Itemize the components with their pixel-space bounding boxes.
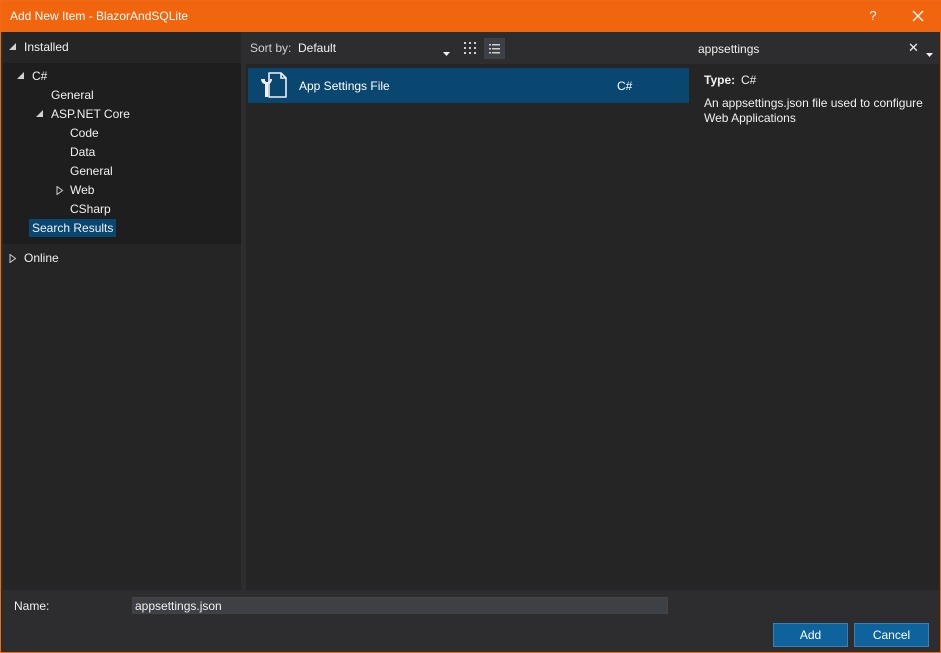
title-bar: Add New Item - BlazorAndSQLite ? <box>1 1 941 32</box>
details-panel <box>691 64 939 590</box>
tree-node-general-aspnet[interactable]: General <box>70 162 113 180</box>
template-list <box>246 64 691 590</box>
add-new-item-dialog: Add New Item - BlazorAndSQLite ? Install… <box>0 0 941 653</box>
tree-node-data[interactable]: Data <box>70 143 95 161</box>
type-label: Type: <box>704 73 736 87</box>
sort-dropdown[interactable]: Default <box>298 41 336 55</box>
search-input[interactable]: appsettings <box>698 42 759 56</box>
tree-node-label: Installed <box>24 40 69 54</box>
tree-node-label: CSharp <box>70 202 111 216</box>
item-name: App Settings File <box>299 79 390 93</box>
expanded-arrow-icon <box>36 105 46 123</box>
cancel-button[interactable]: Cancel <box>854 623 929 647</box>
settings-file-icon <box>257 69 289 104</box>
add-button[interactable]: Add <box>773 623 848 647</box>
tree-node-label: Search Results <box>32 221 114 235</box>
tree-node-label: C# <box>32 69 48 83</box>
clear-search-icon[interactable]: ✕ <box>908 40 919 56</box>
expanded-arrow-icon <box>17 67 27 85</box>
close-button[interactable] <box>907 6 929 26</box>
tree-node-code[interactable]: Code <box>70 124 99 142</box>
name-field[interactable] <box>132 597 668 614</box>
list-view-button[interactable] <box>484 38 505 59</box>
collapsed-arrow-icon <box>56 181 66 199</box>
tree-node-label: General <box>51 88 94 102</box>
expanded-arrow-icon <box>9 38 19 56</box>
item-language: C# <box>617 79 633 93</box>
tree-node-label: Web <box>70 183 95 197</box>
installed-tree <box>3 63 241 244</box>
tree-node-label: ASP.NET Core <box>51 107 130 121</box>
collapsed-arrow-icon <box>9 249 19 267</box>
tree-node-general[interactable]: General <box>51 86 94 104</box>
window-title: Add New Item - BlazorAndSQLite <box>10 9 189 23</box>
tree-node-label: Data <box>70 145 96 159</box>
close-icon <box>912 10 924 22</box>
help-button[interactable]: ? <box>863 6 883 26</box>
chevron-down-icon[interactable] <box>443 45 450 59</box>
item-description: An appsettings.json file used to configu… <box>704 96 923 125</box>
list-item[interactable]: App Settings File C# <box>248 68 689 103</box>
grid-view-button[interactable] <box>460 38 480 58</box>
type-value: C# <box>741 73 757 87</box>
tree-node-label: General <box>70 164 113 178</box>
grid-view-icon <box>464 42 476 54</box>
tree-node-csharp-sub[interactable]: CSharp <box>70 200 111 218</box>
tree-node-label: Code <box>70 126 99 140</box>
chevron-down-icon[interactable] <box>926 46 933 60</box>
sort-label: Sort by: <box>250 41 292 55</box>
list-view-icon <box>489 44 500 54</box>
tree-node-label: Online <box>24 251 59 265</box>
tree-node-search-results[interactable]: Search Results <box>29 219 117 237</box>
name-label: Name: <box>14 599 50 613</box>
